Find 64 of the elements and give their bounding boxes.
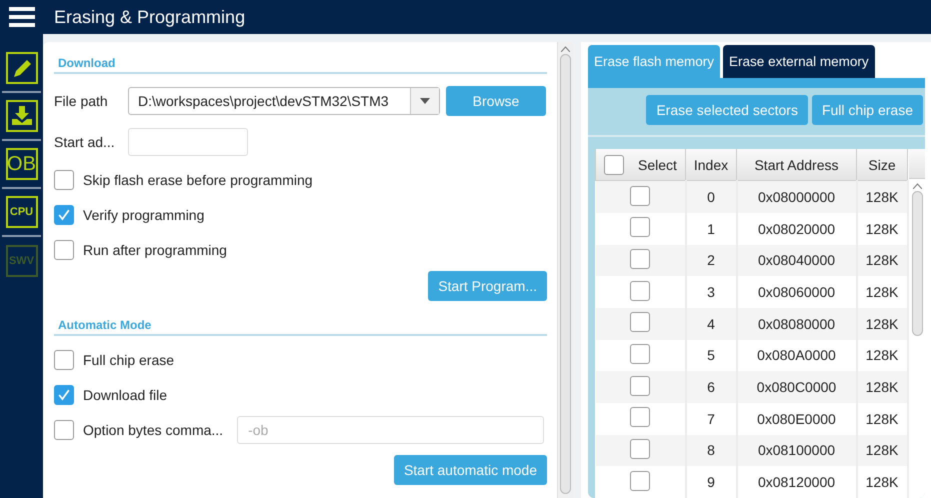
checkbox[interactable] — [54, 350, 74, 370]
table-cell: 128K — [856, 466, 908, 498]
table-cell: 128K — [856, 371, 908, 403]
column-header[interactable]: Index — [686, 149, 736, 181]
checkbox-label: Run after programming — [83, 242, 227, 258]
table-cell: 128K — [856, 180, 908, 213]
column-header[interactable]: Select — [596, 149, 686, 181]
table-cell: 6 — [686, 371, 736, 403]
column-header — [908, 149, 925, 179]
checkbox[interactable] — [630, 312, 650, 332]
checkbox[interactable] — [54, 170, 74, 190]
table-cell: 128K — [856, 244, 908, 276]
checkbox[interactable] — [630, 217, 650, 238]
checkbox[interactable] — [630, 376, 650, 396]
field-label: Start ad... — [54, 134, 116, 150]
menu-icon[interactable] — [9, 7, 35, 27]
checkbox-label: Full chip erase — [83, 352, 174, 368]
table-cell: 8 — [686, 434, 736, 466]
scrollbar-thumb[interactable] — [912, 191, 923, 336]
table-cell: 0x08100000 — [736, 434, 856, 466]
table-cell: 0x08040000 — [736, 244, 856, 276]
checkbox[interactable] — [630, 280, 650, 301]
table-cell: 9 — [686, 466, 736, 498]
table-cell: 128K — [856, 308, 908, 340]
section-title: Automatic Mode — [54, 318, 547, 336]
checkbox[interactable] — [630, 470, 650, 491]
column-header[interactable]: Start Address — [736, 149, 856, 181]
checkbox[interactable] — [630, 248, 650, 269]
checkbox[interactable] — [54, 240, 74, 260]
checkbox[interactable] — [54, 420, 74, 440]
table-cell: 0x080C0000 — [736, 371, 856, 403]
table-cell: 0x08000000 — [736, 180, 856, 213]
table-cell: 0 — [686, 180, 736, 213]
caret-icon — [420, 98, 430, 104]
edit-icon[interactable] — [6, 52, 38, 84]
checkbox-label: Download file — [83, 386, 168, 402]
field-label: File path — [54, 93, 109, 109]
table-cell: 128K — [856, 434, 908, 466]
sidebar-item[interactable]: OB — [6, 148, 38, 180]
tab[interactable]: Erase external memory — [723, 45, 875, 78]
download-icon[interactable] — [6, 100, 38, 132]
input-field[interactable] — [128, 128, 248, 156]
checkbox[interactable] — [630, 438, 650, 459]
checkbox[interactable] — [604, 154, 624, 175]
table-cell: 0x08080000 — [736, 308, 856, 340]
file-path-combo[interactable]: D:\workspaces\project\devSTM32\STM3 — [128, 87, 440, 115]
section-title: Download — [54, 56, 547, 74]
checkbox-label: Verify programming — [83, 206, 204, 222]
checkbox[interactable] — [54, 204, 74, 224]
checkbox[interactable] — [630, 186, 650, 206]
sidebar-item[interactable]: CPU — [6, 196, 38, 228]
window-title: Erasing & Programming — [54, 6, 246, 28]
checkbox[interactable] — [630, 407, 650, 428]
checkbox-label: Skip flash erase before programming — [83, 172, 313, 188]
column-header[interactable]: Size — [856, 149, 908, 181]
table-cell: 2 — [686, 244, 736, 276]
checkbox[interactable] — [54, 384, 74, 404]
table-cell: 4 — [686, 308, 736, 340]
scroll-up-icon[interactable] — [913, 183, 922, 189]
table-cell: 0x08120000 — [736, 466, 856, 498]
scrollbar-thumb[interactable] — [560, 54, 571, 494]
checkbox[interactable] — [630, 344, 650, 364]
checkbox-label: Option bytes comma... — [83, 422, 224, 438]
scroll-up-icon[interactable] — [561, 46, 570, 52]
